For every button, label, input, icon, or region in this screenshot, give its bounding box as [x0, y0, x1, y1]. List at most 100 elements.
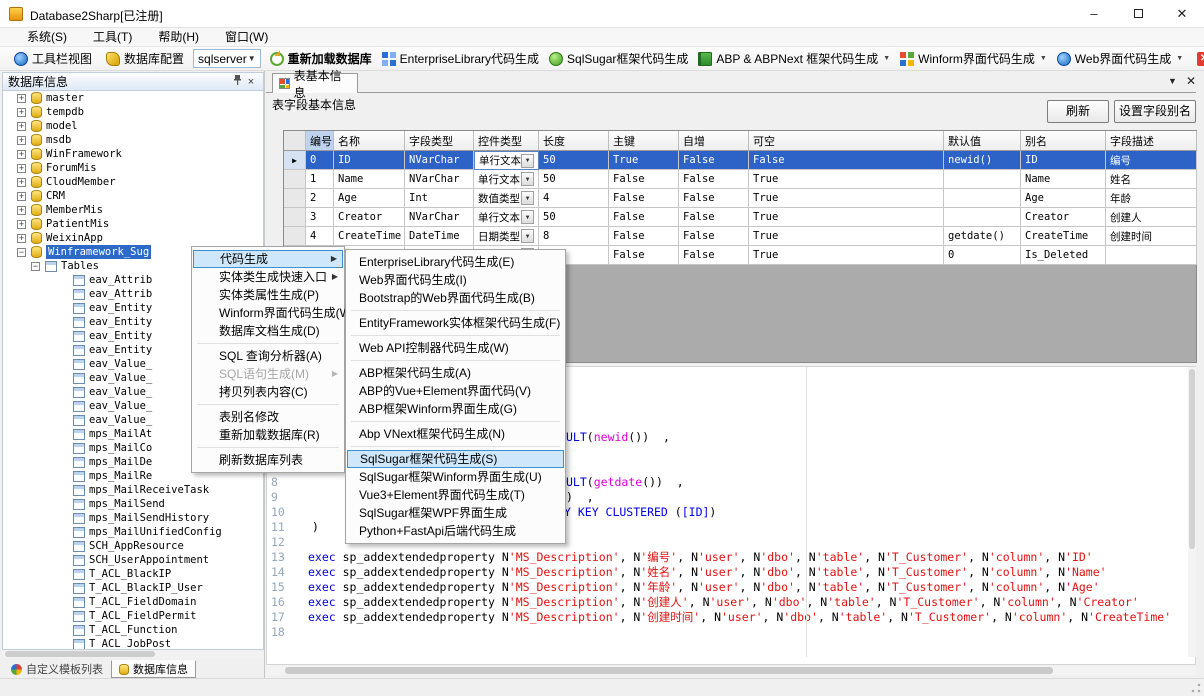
grid-header-cell[interactable]: 控件类型	[474, 131, 539, 151]
tree-expander[interactable]: +	[17, 94, 26, 103]
grid-cell[interactable]	[944, 170, 1021, 189]
grid-cell[interactable]: Creator	[1021, 208, 1106, 227]
toolbar-view-button[interactable]: 工具栏视图	[9, 48, 97, 70]
grid-cell[interactable]: newid()	[944, 151, 1021, 170]
tree-node[interactable]: +WinFramework	[3, 147, 263, 161]
grid-cell[interactable]: 创建时间	[1106, 227, 1197, 246]
tree-node[interactable]: +msdb	[3, 133, 263, 147]
grid-cell[interactable]: False	[609, 227, 679, 246]
pin-icon[interactable]	[230, 75, 244, 88]
grid-cell[interactable]: False	[679, 227, 749, 246]
tree-expander[interactable]: +	[17, 122, 26, 131]
tree-expander[interactable]: +	[17, 192, 26, 201]
grid-cell[interactable]: 日期类型▼	[474, 227, 539, 246]
grid-cell[interactable]: False	[749, 151, 944, 170]
close-button[interactable]: ✕	[1160, 0, 1204, 28]
grid-row-selector[interactable]	[284, 208, 306, 227]
grid-cell[interactable]: CreateTime	[1021, 227, 1106, 246]
minimize-button[interactable]: –	[1072, 0, 1116, 28]
tree-node[interactable]: +CRM	[3, 189, 263, 203]
grid-cell[interactable]: 0	[306, 151, 334, 170]
toolbar-enterpriselibrary-button[interactable]: EnterpriseLibrary代码生成	[377, 48, 544, 70]
toolbar-web-button[interactable]: Web界面代码生成 ▼	[1052, 48, 1188, 70]
context-menu-item[interactable]: 刷新数据库列表	[193, 451, 343, 469]
tree-node[interactable]: +master	[3, 91, 263, 105]
grid-cell[interactable]: False	[609, 246, 679, 265]
grid-cell[interactable]: True	[749, 189, 944, 208]
grid-cell[interactable]: DateTime	[405, 227, 474, 246]
context-menu-item[interactable]: 实体类生成快速入口▶	[193, 268, 343, 286]
toolbar-abp-button[interactable]: ABP & ABPNext 框架代码生成 ▼	[693, 48, 895, 70]
tree-expander[interactable]: +	[17, 108, 26, 117]
grid-cell[interactable]: 3	[306, 208, 334, 227]
context-menu-item[interactable]: 拷贝列表内容(C)	[193, 383, 343, 401]
grid-cell[interactable]: Is_Deleted	[1021, 246, 1106, 265]
tree-node[interactable]: +tempdb	[3, 105, 263, 119]
tree-node[interactable]: +CloudMember	[3, 175, 263, 189]
chevron-down-icon[interactable]: ▼	[521, 154, 534, 168]
grid-cell[interactable]: Creator	[334, 208, 405, 227]
grid-cell[interactable]: Age	[334, 189, 405, 208]
grid-cell[interactable]: Int	[405, 189, 474, 208]
grid-cell[interactable]: False	[679, 170, 749, 189]
toolbar-winform-button[interactable]: Winform界面代码生成 ▼	[895, 48, 1052, 70]
grid-cell[interactable]: 8	[539, 227, 609, 246]
grid-header-cell[interactable]: 主键	[609, 131, 679, 151]
submenu-item[interactable]: EntityFramework实体框架代码生成(F)	[347, 314, 564, 332]
refresh-button[interactable]: 刷新	[1047, 100, 1109, 123]
menubar-item[interactable]: 帮助(H)	[145, 28, 212, 47]
grid-header-cell[interactable]: 别名	[1021, 131, 1106, 151]
menubar-item[interactable]: 工具(T)	[80, 28, 145, 47]
tree-node[interactable]: mps_MailReceiveTask	[3, 483, 263, 497]
grid-cell[interactable]: 4	[306, 227, 334, 246]
toolbar-dbconfig-button[interactable]: 数据库配置	[101, 48, 189, 70]
tab-list-chevron-icon[interactable]: ▼	[1168, 76, 1177, 86]
chevron-down-icon[interactable]: ▼	[521, 191, 534, 205]
grid-header-cell[interactable]: 可空	[749, 131, 944, 151]
grid-cell[interactable]: 编号	[1106, 151, 1197, 170]
grid-cell[interactable]: NVarChar	[405, 151, 474, 170]
tab-table-info[interactable]: 表基本信息	[272, 73, 358, 93]
grid-cell[interactable]: True	[609, 151, 679, 170]
grid-cell[interactable]: NVarChar	[405, 170, 474, 189]
tree-node[interactable]: mps_MailSend	[3, 497, 263, 511]
tree-node[interactable]: mps_MailSendHistory	[3, 511, 263, 525]
grid-cell[interactable]: 年龄	[1106, 189, 1197, 208]
tree-expander[interactable]: +	[17, 150, 26, 159]
tree-node[interactable]: T_ACL_BlackIP	[3, 567, 263, 581]
grid-cell[interactable]: 姓名	[1106, 170, 1197, 189]
context-menu-item[interactable]: 表别名修改	[193, 408, 343, 426]
tree-node[interactable]: T_ACL_FieldDomain	[3, 595, 263, 609]
tree-node[interactable]: +model	[3, 119, 263, 133]
grid-cell[interactable]: False	[609, 170, 679, 189]
grid-cell[interactable]: NVarChar	[405, 208, 474, 227]
grid-header-cell[interactable]: 编号	[306, 131, 334, 151]
context-menu-item[interactable]: 实体类属性生成(P)	[193, 286, 343, 304]
chevron-down-icon[interactable]: ▼	[521, 229, 534, 243]
grid-cell[interactable]: CreateTime	[334, 227, 405, 246]
grid-row-selector[interactable]	[284, 170, 306, 189]
submenu-item[interactable]: EnterpriseLibrary代码生成(E)	[347, 253, 564, 271]
tree-expander[interactable]: +	[17, 136, 26, 145]
tree-node[interactable]: SCH_AppResource	[3, 539, 263, 553]
chevron-down-icon[interactable]: ▼	[521, 172, 534, 186]
editor-horizontal-scrollbar[interactable]	[267, 666, 1196, 675]
grid-cell[interactable]: 单行文本▼	[474, 151, 539, 170]
close-icon[interactable]: ×	[244, 76, 258, 88]
editor-vertical-scrollbar[interactable]	[1188, 367, 1196, 657]
grid-cell[interactable]: True	[749, 227, 944, 246]
tree-node[interactable]: T_ACL_FieldPermit	[3, 609, 263, 623]
grid-cell[interactable]: ID	[1021, 151, 1106, 170]
grid-header-cell[interactable]: 默认值	[944, 131, 1021, 151]
grid-cell[interactable]: Age	[1021, 189, 1106, 208]
grid-header-cell[interactable]: 自增	[679, 131, 749, 151]
submenu-item[interactable]: Bootstrap的Web界面代码生成(B)	[347, 289, 564, 307]
tree-expander[interactable]: −	[17, 248, 26, 257]
grid-cell[interactable]: 4	[539, 189, 609, 208]
grid-cell[interactable]	[944, 208, 1021, 227]
resize-grip[interactable]	[1190, 682, 1202, 694]
submenu-item[interactable]: Python+FastApi后端代码生成	[347, 522, 564, 540]
submenu-item[interactable]: SqlSugar框架代码生成(S)	[347, 450, 564, 468]
tree-node[interactable]: +MemberMis	[3, 203, 263, 217]
tree-expander[interactable]: +	[17, 164, 26, 173]
